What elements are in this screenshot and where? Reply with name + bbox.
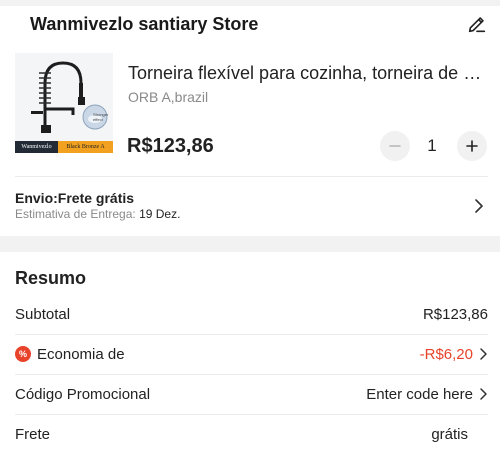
- product-title[interactable]: Torneira flexível para cozinha, torneira…: [128, 63, 488, 84]
- quantity-increase-button[interactable]: [457, 131, 487, 161]
- image-brand-label: Wanmivezlo: [15, 141, 58, 153]
- discount-value-group[interactable]: -R$6,20: [420, 346, 488, 363]
- summary-title: Resumo: [15, 268, 87, 288]
- subtotal-row: Subtotal R$123,86: [15, 294, 488, 334]
- image-variant-label: Black Bronze A: [58, 141, 113, 153]
- image-banner: Wanmivezlo Black Bronze A: [15, 141, 113, 153]
- shipping-estimate-date: 19 Dez.: [139, 207, 181, 221]
- promo-code-value-group[interactable]: Enter code here: [366, 386, 488, 403]
- shipping-estimate-label: Estimativa de Entrega:: [15, 207, 136, 221]
- discount-icon: %: [15, 346, 31, 362]
- shipping-title[interactable]: Envio:Frete grátis: [15, 190, 134, 206]
- chevron-right-icon: [480, 348, 487, 360]
- promo-code-row[interactable]: Código Promocional Enter code here: [15, 374, 488, 414]
- divider: [15, 176, 488, 177]
- subtotal-label: Subtotal: [15, 305, 71, 323]
- shipping-estimate: Estimativa de Entrega: 19 Dez.: [15, 207, 180, 221]
- quantity-value[interactable]: 1: [422, 136, 442, 156]
- product-price: R$123,86: [127, 135, 214, 157]
- chevron-right-icon[interactable]: [472, 197, 486, 215]
- promo-code-input[interactable]: Enter code here: [366, 386, 473, 403]
- store-name[interactable]: Wanmivezlo santiary Store: [30, 14, 258, 35]
- plus-icon: [466, 140, 478, 152]
- quantity-decrease-button[interactable]: [380, 131, 410, 161]
- shipping-fee-label: Frete: [15, 425, 51, 443]
- chevron-right-icon: [480, 388, 487, 400]
- product-image[interactable]: Stronger effect Wanmivezlo Black Bronze …: [15, 53, 113, 153]
- discount-label-group: % Economia de: [15, 346, 125, 363]
- image-small-text: Stronger effect: [93, 112, 109, 122]
- discount-row[interactable]: % Economia de -R$6,20: [15, 334, 488, 374]
- shipping-fee-row: Frete grátis: [15, 414, 488, 453]
- discount-value: -R$6,20: [419, 345, 473, 363]
- subtotal-value: R$123,86: [422, 305, 488, 323]
- discount-label: Economia de: [37, 345, 125, 363]
- faucet-image: [15, 53, 113, 141]
- shipping-fee-value: grátis: [431, 425, 468, 443]
- product-variant[interactable]: ORB A,brazil: [128, 89, 208, 105]
- pencil-icon[interactable]: [466, 13, 488, 35]
- minus-icon: [389, 145, 401, 147]
- promo-code-label: Código Promocional: [15, 385, 151, 403]
